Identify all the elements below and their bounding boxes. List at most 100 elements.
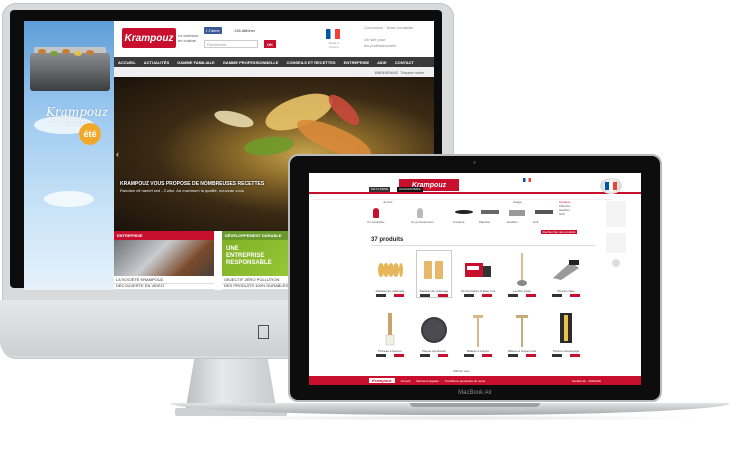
tagline-line2: en cuisine — [178, 38, 197, 43]
product-image — [417, 251, 451, 289]
details-button[interactable] — [376, 294, 386, 297]
product-card[interactable]: Tampon d'essuyage — [549, 311, 583, 357]
details-button[interactable] — [464, 294, 474, 297]
product-image — [505, 251, 539, 289]
sidebar-block — [606, 201, 626, 227]
logo-tagline: Le bonheur en cuisine — [178, 33, 198, 43]
filter-header-usage: Usage — [513, 200, 522, 204]
search-button[interactable]: OK — [264, 40, 276, 48]
product-card[interactable]: Râteau à crêpes — [461, 311, 495, 357]
crepiere-icon[interactable] — [455, 210, 473, 214]
macbook-notch — [410, 403, 540, 407]
like-count: 136 — [234, 28, 241, 33]
footer-link-mentions[interactable]: Mentions légales — [416, 379, 439, 383]
product-card[interactable]: Plaque d'entretien — [417, 311, 451, 357]
tile-link[interactable]: OBJECTIF ZÉRO POLLUTION — [222, 276, 290, 284]
nav-aide[interactable]: AIDE — [377, 60, 387, 65]
filter-header-je-suis: Je suis — [383, 200, 393, 204]
footer-logo[interactable]: Krampouz — [369, 378, 395, 383]
details-button[interactable] — [508, 294, 518, 297]
facebook-like-button[interactable]: f J'aime — [204, 27, 222, 34]
nav-gamme-pro[interactable]: GAMME PROFESSIONNELLE — [223, 60, 279, 65]
macbook-label: MacBook Air — [458, 390, 492, 396]
filter-particulier[interactable]: Un particulier — [367, 220, 385, 224]
details-button[interactable] — [376, 354, 386, 357]
flag-badge — [600, 178, 622, 194]
product-image — [461, 251, 495, 289]
product-card[interactable]: Raclette de rodénage — [373, 251, 407, 297]
details-button[interactable] — [420, 354, 430, 357]
sun-badge-label: été — [83, 129, 97, 139]
summer-script-line1: Krampouz — [46, 105, 109, 119]
main-nav: ACCUEIL ACTUALITÉS GAMME FAMILIALE GAMME… — [114, 57, 434, 67]
details-button[interactable] — [508, 354, 518, 357]
product-image — [373, 251, 407, 289]
footer-link-cgv[interactable]: Conditions générales de vente — [445, 379, 486, 383]
nav-contact[interactable]: CONTACT — [395, 60, 414, 65]
product-card[interactable]: Pinceau à beurrer — [373, 311, 407, 357]
plancha-image — [30, 53, 110, 91]
person-grey-icon[interactable] — [417, 208, 423, 218]
tile-link[interactable]: LA SOCIÉTÉ KRAMPOUZ — [114, 276, 214, 284]
grill-icon[interactable] — [535, 210, 553, 214]
person-red-icon[interactable] — [373, 208, 379, 218]
subnav-find[interactable]: Trouver votre — [400, 70, 424, 75]
product-card[interactable]: Raclette de rodénage — [416, 250, 452, 298]
product-card[interactable]: Kit d'entretien & Easy Crêp' — [461, 251, 495, 297]
buy-button[interactable] — [570, 294, 580, 297]
usage-gaufrier[interactable]: Gaufrier — [507, 220, 518, 224]
nav-conseils[interactable]: CONSEILS ET RECETTES — [286, 60, 335, 65]
see-all-link[interactable]: Afficher tous — [453, 369, 470, 373]
filter-professionnel[interactable]: Un professionnel — [411, 220, 434, 224]
right-sidebar — [593, 201, 639, 267]
product-image — [505, 311, 539, 349]
nav-gamme-familiale[interactable]: GAMME FAMILIALE — [177, 60, 215, 65]
sidebar-block — [606, 233, 626, 253]
header-link-connexion[interactable]: Connexion · Nous contacter — [364, 25, 430, 31]
like-label: J'aime — [208, 28, 220, 33]
nav-actualites[interactable]: ACTUALITÉS — [144, 60, 169, 65]
product-card[interactable]: Râteau à crêpes bois — [505, 311, 539, 357]
sidebar-icon — [612, 259, 620, 267]
site-header: Krampouz Le bonheur en cuisine f J'aime … — [114, 21, 434, 56]
buy-button[interactable] — [394, 294, 404, 297]
buy-button[interactable] — [482, 354, 492, 357]
product-card[interactable]: Louche crêpe — [505, 251, 539, 297]
plancha-icon[interactable] — [481, 210, 499, 214]
tile-link-row2-a: LA SOCIÉTÉ KRAMPOUZ — [114, 276, 214, 284]
nav-accueil[interactable]: ACCUEIL — [118, 60, 136, 65]
tile-entreprise[interactable]: ENTREPRISE — [114, 231, 214, 282]
details-button[interactable] — [464, 354, 474, 357]
red-rule — [309, 192, 641, 194]
product-count: 37 produits — [371, 237, 404, 243]
product-image — [417, 311, 451, 349]
gaufrier-icon[interactable] — [509, 210, 525, 216]
buy-button[interactable] — [570, 354, 580, 357]
krampouz-logo[interactable]: Krampouz — [122, 28, 176, 48]
header-link-pro-2[interactable]: les professionnels — [364, 43, 430, 49]
slider-prev-icon[interactable]: ‹ — [116, 149, 119, 159]
buy-button[interactable] — [438, 294, 448, 297]
site-footer: Krampouz Accueil Mentions légales Condit… — [309, 376, 641, 385]
buy-button[interactable] — [438, 354, 448, 357]
usage-crepiere[interactable]: Crêpière — [453, 220, 465, 224]
share-label[interactable]: Afficher — [242, 28, 256, 33]
usage-plancha[interactable]: Plancha — [479, 220, 490, 224]
hero-subtitle: Randam elt namet sed - Cultur. Ad maximu… — [120, 188, 244, 193]
nav-entreprise[interactable]: ENTREPRISE — [344, 60, 370, 65]
facebook-count: 136 Afficher — [234, 28, 255, 33]
details-button[interactable] — [420, 294, 430, 297]
buy-button[interactable] — [526, 354, 536, 357]
sub-nav: BIENVENUE Trouver votre — [114, 67, 434, 77]
details-button[interactable] — [552, 294, 562, 297]
footer-link-accueil[interactable]: Accueil — [401, 379, 411, 383]
buy-button[interactable] — [482, 294, 492, 297]
usage-grill[interactable]: Grill — [533, 220, 538, 224]
buy-button[interactable] — [526, 294, 536, 297]
filter-search-button[interactable]: Rechercher des produits — [541, 230, 577, 234]
buy-button[interactable] — [394, 354, 404, 357]
hero-title: KRAMPOUZ VOUS PROPOSE DE NOMBREUSES RECE… — [120, 181, 265, 187]
product-card[interactable]: Tourne-crêpe — [549, 251, 583, 297]
details-button[interactable] — [552, 354, 562, 357]
search-input[interactable]: Recherche — [204, 40, 258, 48]
